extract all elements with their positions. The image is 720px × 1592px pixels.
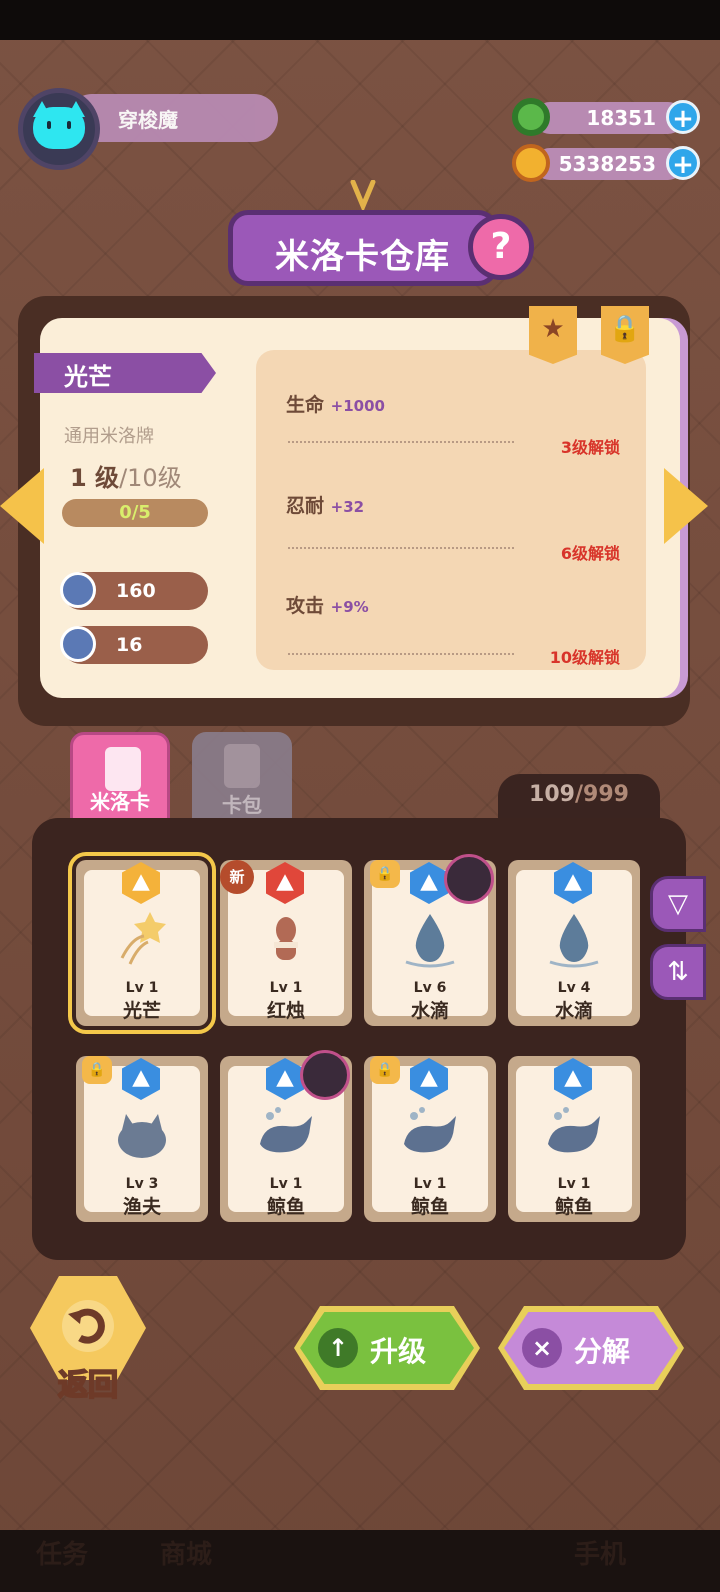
planet-coin-icon (512, 144, 550, 182)
lock-icon: 🔒 (370, 1056, 400, 1084)
anchor-icon (60, 626, 96, 662)
back-button[interactable]: 返回 (30, 1276, 146, 1404)
upgrade-button[interactable]: ↑ 升级 (294, 1306, 480, 1390)
equipped-avatar-badge (444, 854, 494, 904)
avatar[interactable] (18, 88, 100, 170)
new-badge: 新 (220, 860, 254, 894)
donut-amount: 18351 (586, 106, 656, 130)
card-item[interactable]: 新 Lv 1 红烛 (220, 860, 352, 1026)
lock-button[interactable]: 🔒 (601, 306, 649, 364)
card-item[interactable]: 🔒 Lv 3 渔夫 (76, 1056, 208, 1222)
filter-button[interactable]: ▽ (650, 876, 706, 932)
unlock-endurance: 6级解锁 (560, 544, 620, 563)
close-icon: × (522, 1328, 562, 1368)
game-screen: 穿梭魔 18351 + 5338253 + 米洛卡仓库 ? 光芒 通用米洛牌 1… (0, 0, 720, 1592)
starburst-icon (120, 912, 166, 965)
return-arrow-icon (62, 1300, 114, 1352)
whale-icon (260, 1107, 312, 1153)
unlock-hp: 3级解锁 (560, 438, 620, 457)
attribute-endurance: 忍耐 +32 (286, 495, 365, 517)
card-level: 1 级/10级 (70, 464, 182, 492)
card-item[interactable]: 🔒 Lv 1 鲸鱼 (364, 1056, 496, 1222)
decompose-button[interactable]: × 分解 (498, 1306, 684, 1390)
arrow-up-icon: ↑ (318, 1328, 358, 1368)
whale-icon (548, 1107, 600, 1153)
card-icon (105, 747, 141, 791)
donut-icon (512, 98, 550, 136)
card-item[interactable]: 🔒 Lv 6 水滴 (364, 854, 496, 1026)
status-bar (0, 0, 720, 40)
gold-amount: 5338253 (558, 152, 656, 176)
card-type: 通用米洛牌 (64, 426, 154, 447)
page-title-banner: 米洛卡仓库 (228, 210, 498, 286)
unlock-attack: 10级解锁 (549, 648, 620, 667)
lock-icon: 🔒 (608, 314, 642, 344)
card-item[interactable]: Lv 4 水滴 (508, 860, 640, 1026)
add-gold-button[interactable]: + (666, 146, 700, 180)
tab-card-packs[interactable]: 卡包 (192, 732, 292, 826)
player-name: 穿梭魔 (118, 108, 178, 132)
tab-milo-cards[interactable]: 米洛卡 (70, 732, 170, 826)
bottom-nav-hidden: 任务 商城 手机 (0, 1530, 720, 1592)
chevron-down-icon (350, 180, 376, 210)
sort-icon: ⇅ (667, 957, 689, 987)
card-pack-icon (224, 744, 260, 788)
stat-bell: 160 (60, 572, 208, 610)
lock-icon: 🔒 (82, 1056, 112, 1084)
card-name: 光芒 (64, 363, 112, 391)
xp-text: 0/5 (119, 502, 151, 523)
water-drop-icon (405, 914, 455, 968)
lock-icon: 🔒 (370, 860, 400, 888)
attribute-hp: 生命 +1000 (286, 394, 385, 416)
fisher-cat-icon (118, 1114, 166, 1158)
card-item[interactable]: Lv 1 光芒 (68, 852, 216, 1034)
equipped-avatar-badge (300, 1050, 350, 1100)
filter-icon: ▽ (668, 889, 688, 919)
help-button[interactable]: ? (468, 214, 534, 280)
attribute-attack: 攻击 +9% (286, 595, 369, 617)
whale-icon (404, 1107, 456, 1153)
stat-anchor: 16 (60, 626, 208, 664)
page-title: 米洛卡仓库 (275, 237, 450, 277)
water-drop-icon (549, 914, 599, 968)
currency-donut: 18351 + (512, 94, 702, 140)
star-icon: ★ (541, 314, 565, 344)
currency-gold: 5338253 + (512, 140, 702, 186)
sort-button[interactable]: ⇅ (650, 944, 706, 1000)
xp-bar: 0/5 (62, 499, 208, 527)
bell-icon (60, 572, 96, 608)
add-donut-button[interactable]: + (666, 100, 700, 134)
card-count: 109/999 (498, 774, 660, 820)
candle-icon (274, 917, 298, 960)
card-item[interactable]: Lv 1 鲸鱼 (508, 1056, 640, 1222)
card-item[interactable]: Lv 1 鲸鱼 (220, 1050, 352, 1222)
card-name-tag: 光芒 (34, 353, 216, 393)
cat-face-icon (33, 107, 85, 149)
favorite-star-button[interactable]: ★ (529, 306, 577, 364)
